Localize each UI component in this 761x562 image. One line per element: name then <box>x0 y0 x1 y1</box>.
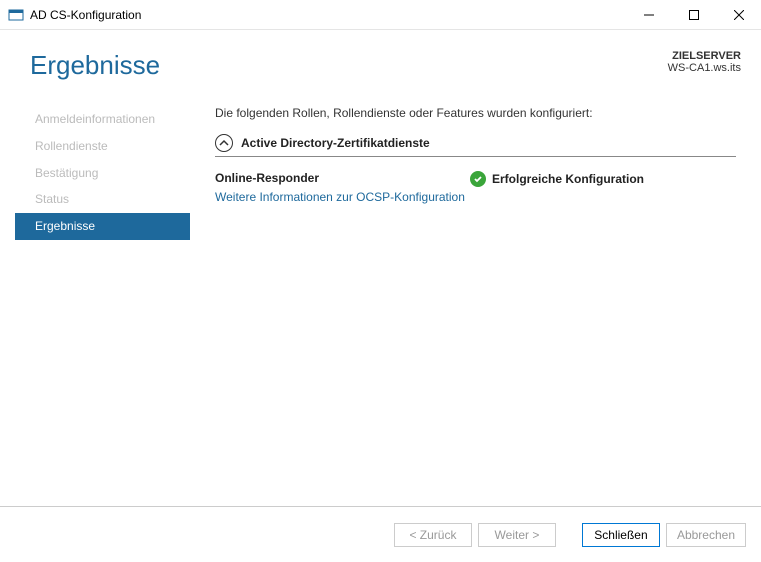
sidebar: Anmeldeinformationen Rollendienste Bestä… <box>15 101 190 483</box>
app-icon <box>8 7 24 23</box>
page-title: Ergebnisse <box>30 50 160 81</box>
target-server-label: ZIELSERVER <box>668 50 741 62</box>
close-wizard-button[interactable]: Schließen <box>582 523 660 547</box>
target-server-name: WS-CA1.ws.its <box>668 62 741 74</box>
sidebar-item-progress: Status <box>15 186 190 213</box>
header: Ergebnisse ZIELSERVER WS-CA1.ws.its <box>0 30 761 91</box>
intro-text: Die folgenden Rollen, Rollendienste oder… <box>215 106 736 120</box>
window-title: AD CS-Konfiguration <box>30 8 626 22</box>
result-row: Online-Responder Weitere Informationen z… <box>215 171 736 206</box>
success-check-icon <box>470 171 486 187</box>
result-status-text: Erfolgreiche Konfiguration <box>492 172 644 186</box>
result-right: Erfolgreiche Konfiguration <box>470 171 644 187</box>
result-role-name: Online-Responder <box>215 171 470 185</box>
section-title: Active Directory-Zertifikatdienste <box>241 136 430 150</box>
back-button: < Zurück <box>394 523 472 547</box>
sidebar-item-results[interactable]: Ergebnisse <box>15 213 190 240</box>
maximize-button[interactable] <box>671 0 716 30</box>
minimize-button[interactable] <box>626 0 671 30</box>
section-header[interactable]: Active Directory-Zertifikatdienste <box>215 134 736 157</box>
window-controls <box>626 0 761 29</box>
cancel-button: Abbrechen <box>666 523 746 547</box>
sidebar-item-credentials: Anmeldeinformationen <box>15 106 190 133</box>
target-server: ZIELSERVER WS-CA1.ws.its <box>668 50 741 74</box>
chevron-up-icon <box>215 134 233 152</box>
body: Anmeldeinformationen Rollendienste Bestä… <box>0 91 761 483</box>
result-left: Online-Responder Weitere Informationen z… <box>215 171 470 206</box>
close-button[interactable] <box>716 0 761 30</box>
titlebar: AD CS-Konfiguration <box>0 0 761 30</box>
more-info-link[interactable]: Weitere Informationen zur OCSP-Konfigura… <box>215 190 465 204</box>
content: Die folgenden Rollen, Rollendienste oder… <box>190 101 746 483</box>
sidebar-item-confirmation: Bestätigung <box>15 160 190 187</box>
sidebar-item-roleservices: Rollendienste <box>15 133 190 160</box>
next-button: Weiter > <box>478 523 556 547</box>
footer: < Zurück Weiter > Schließen Abbrechen <box>0 506 761 562</box>
